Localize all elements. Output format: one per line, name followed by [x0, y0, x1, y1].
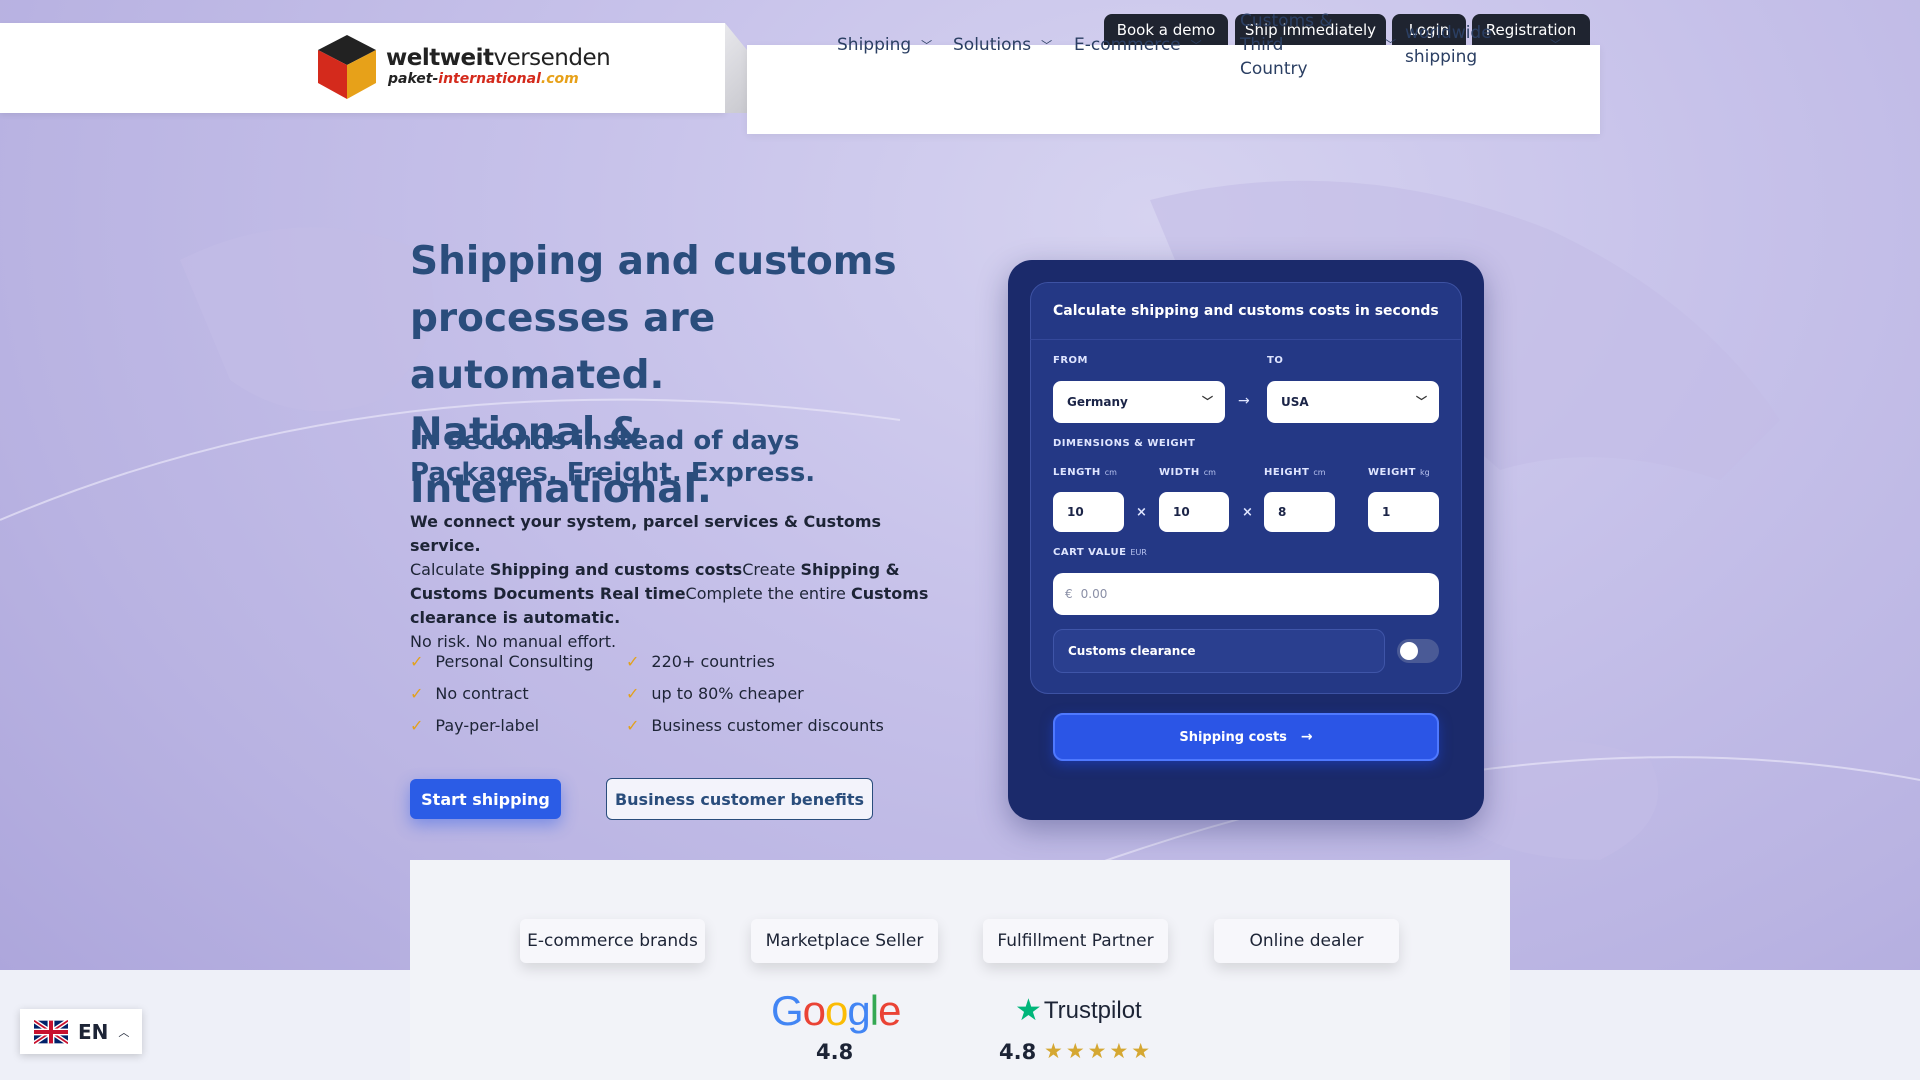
cart-value-label: CART VALUE EUR	[1053, 547, 1147, 558]
trustpilot-logo: ★ Trustpilot	[1015, 994, 1142, 1027]
width-label: WIDTH cm	[1159, 467, 1216, 478]
chevron-down-icon: ﹀	[921, 38, 933, 52]
hero-subtitle: In seconds instead of days Packages. Fre…	[410, 426, 816, 488]
checkmark-icon: ✓	[410, 716, 424, 735]
length-input[interactable]: 10	[1053, 492, 1124, 532]
feature-item: ✓ Personal Consulting	[410, 652, 594, 671]
nav-label: E-commerce	[1074, 34, 1181, 55]
customs-clearance-toggle[interactable]	[1397, 639, 1439, 663]
checkmark-icon: ✓	[626, 652, 640, 671]
language-selector[interactable]: EN ︿	[20, 1009, 142, 1054]
hero-description: We connect your system, parcel services …	[410, 512, 929, 651]
segment-chip[interactable]: Fulfillment Partner	[983, 919, 1168, 963]
to-label: TO	[1267, 355, 1284, 366]
feature-item: ✓ No contract	[410, 684, 529, 703]
toggle-knob	[1400, 642, 1418, 660]
arrow-right-icon: →	[1238, 393, 1250, 409]
logo-domain: paket-international.com	[388, 71, 579, 87]
nav-item-solutions[interactable]: Solutions ﹀	[953, 0, 1052, 89]
chevron-down-icon: ﹀	[1202, 395, 1213, 408]
chevron-down-icon: ﹀	[1190, 38, 1202, 52]
customs-clearance-field: Customs clearance	[1053, 629, 1385, 673]
trustpilot-rating: 4.8	[999, 1040, 1037, 1064]
nav-label: Shipping	[837, 34, 912, 55]
business-benefits-button[interactable]: Business customer benefits	[606, 778, 873, 820]
weight-label: WEIGHT kg	[1368, 467, 1430, 478]
times-icon: ×	[1136, 505, 1147, 520]
length-label: LENGTH cm	[1053, 467, 1117, 478]
nav-label: Solutions	[953, 34, 1032, 55]
segment-chip[interactable]: E-commerce brands	[520, 919, 705, 963]
from-label: FROM	[1053, 355, 1088, 366]
from-country-select[interactable]: Germany ﹀	[1053, 381, 1225, 423]
nav-item-customs[interactable]: Customs & Third Country ﹀	[1240, 0, 1396, 89]
weight-input[interactable]: 1	[1368, 492, 1439, 532]
calculator-title: Calculate shipping and customs costs in …	[1053, 303, 1439, 319]
nav-item-worldwide[interactable]: worldwide shipping ﹀	[1405, 0, 1561, 89]
trustpilot-star-icon: ★	[1015, 994, 1042, 1027]
height-label: HEIGHT cm	[1264, 467, 1326, 478]
checkmark-icon: ✓	[410, 652, 424, 671]
rating-stars-icon: ★★★★★	[1044, 1039, 1154, 1063]
checkmark-icon: ✓	[410, 684, 424, 703]
checkmark-icon: ✓	[626, 716, 640, 735]
chevron-down-icon: ﹀	[1041, 38, 1053, 52]
euro-icon: €	[1065, 587, 1073, 601]
start-shipping-button[interactable]: Start shipping	[410, 779, 561, 819]
world-map-background	[0, 180, 1920, 901]
language-code: EN	[78, 1019, 109, 1044]
logo-cube-icon	[318, 35, 376, 99]
google-rating: 4.8	[816, 1040, 854, 1064]
to-country-select[interactable]: USA ﹀	[1267, 381, 1439, 423]
audience-panel	[410, 860, 1510, 1080]
checkmark-icon: ✓	[626, 684, 640, 703]
chevron-up-icon: ︿	[118, 1025, 130, 1039]
feature-item: ✓ up to 80% cheaper	[626, 684, 804, 703]
feature-item: ✓ Business customer discounts	[626, 716, 884, 735]
times-icon: ×	[1242, 505, 1253, 520]
width-input[interactable]: 10	[1159, 492, 1229, 532]
dimensions-label: DIMENSIONS & WEIGHT	[1053, 438, 1196, 449]
height-input[interactable]: 8	[1264, 492, 1335, 532]
segment-chip[interactable]: Marketplace Seller	[751, 919, 938, 963]
nav-item-shipping[interactable]: Shipping ﹀	[837, 0, 932, 89]
shipping-costs-button[interactable]: Shipping costs →	[1053, 713, 1439, 761]
arrow-right-icon: →	[1300, 729, 1313, 745]
chevron-down-icon: ﹀	[1550, 37, 1561, 51]
cart-value-input[interactable]: €0.00	[1053, 573, 1439, 615]
feature-item: ✓ 220+ countries	[626, 652, 775, 671]
nav-label: worldwide shipping	[1405, 22, 1492, 67]
uk-flag-icon	[34, 1019, 68, 1044]
segment-chip[interactable]: Online dealer	[1214, 919, 1399, 963]
chevron-down-icon: ﹀	[1416, 395, 1427, 408]
logo-card-fold	[725, 23, 747, 113]
google-logo: Google	[771, 987, 901, 1034]
nav-item-ecommerce[interactable]: E-commerce ﹀	[1074, 0, 1202, 89]
logo-wordmark: weltweitversenden	[386, 45, 611, 71]
chevron-down-icon: ﹀	[1385, 37, 1396, 51]
feature-item: ✓ Pay-per-label	[410, 716, 540, 735]
nav-label: Customs & Third Country	[1240, 10, 1333, 79]
